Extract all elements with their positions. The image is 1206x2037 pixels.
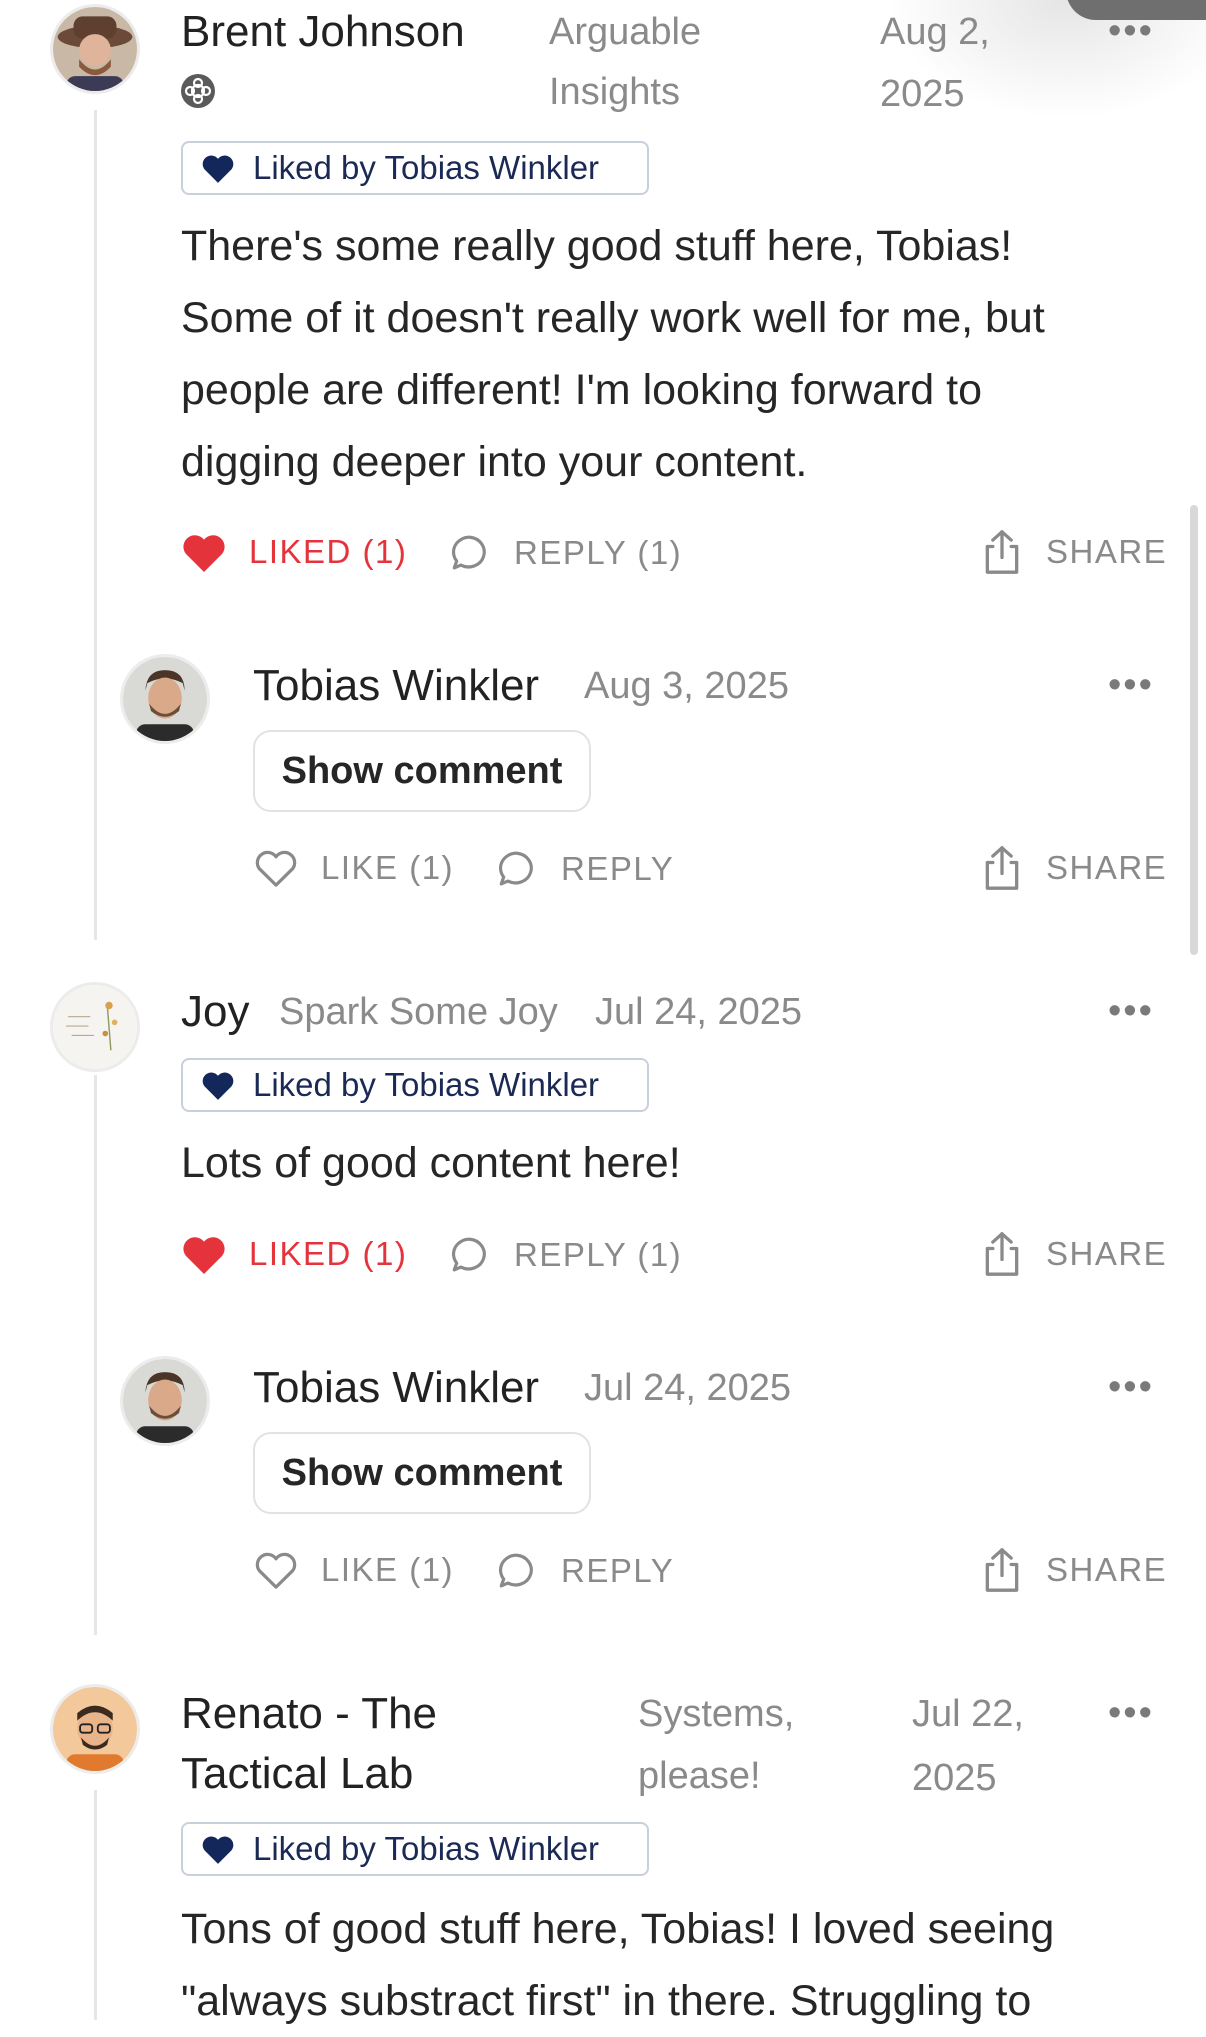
like-label: LIKE (1) bbox=[321, 1551, 455, 1588]
share-button[interactable]: SHARE bbox=[980, 528, 1167, 576]
publication-name-line2[interactable]: please! bbox=[638, 1746, 761, 1806]
share-label: SHARE bbox=[1046, 533, 1168, 570]
publication-name[interactable]: Systems, bbox=[638, 1684, 794, 1744]
more-dots-icon[interactable]: ••• bbox=[1108, 992, 1154, 1030]
reply-button[interactable]: REPLY (1) bbox=[448, 532, 682, 574]
share-button[interactable]: SHARE bbox=[980, 1546, 1167, 1594]
reply-label: REPLY bbox=[561, 1552, 675, 1589]
thread-line bbox=[94, 110, 97, 940]
show-comment-button[interactable]: Show comment bbox=[253, 730, 591, 812]
liked-badge-label: Liked by Tobias Winkler bbox=[253, 1830, 600, 1867]
comment-author[interactable]: Joy bbox=[181, 982, 249, 1042]
liked-by-author-badge: Liked by Tobias Winkler bbox=[181, 141, 649, 195]
avatar[interactable] bbox=[50, 4, 140, 94]
publication-name-line2[interactable]: Insights bbox=[549, 62, 680, 122]
comment-bubble-icon bbox=[451, 1237, 486, 1272]
more-dots-icon[interactable]: ••• bbox=[1108, 666, 1154, 704]
liked-by-author-badge: Liked by Tobias Winkler bbox=[181, 1822, 649, 1876]
share-upload-icon bbox=[985, 1232, 1019, 1276]
avatar[interactable] bbox=[50, 1684, 140, 1774]
comment-body-line: Tons of good stuff here, Tobias! I loved… bbox=[181, 1905, 1055, 1953]
comment-author[interactable]: Renato - The bbox=[181, 1684, 437, 1744]
comment-date-line2: 2025 bbox=[912, 1757, 997, 1799]
like-label: LIKED (1) bbox=[249, 533, 408, 570]
liked-badge-label: Liked by Tobias Winkler bbox=[253, 149, 600, 186]
comment-bubble-icon bbox=[451, 535, 486, 570]
share-upload-icon bbox=[985, 530, 1019, 574]
like-label: LIKED (1) bbox=[249, 1235, 408, 1272]
like-button[interactable]: LIKED (1) bbox=[181, 1234, 407, 1274]
like-button[interactable]: LIKE (1) bbox=[253, 1550, 454, 1590]
comment-body-line: There's some really good stuff here, Tob… bbox=[181, 222, 1013, 270]
more-dots-icon[interactable]: ••• bbox=[1108, 1368, 1154, 1406]
comment-body-line: people are different! I'm looking forwar… bbox=[181, 366, 982, 414]
comment-body-line: digging deeper into your content. bbox=[181, 438, 808, 486]
comment-body-line: Some of it doesn't really work well for … bbox=[181, 294, 1045, 342]
share-upload-icon bbox=[985, 846, 1019, 890]
reply-button[interactable]: REPLY bbox=[495, 848, 674, 890]
comment-date: Aug 2, bbox=[880, 11, 990, 53]
comment-body: There's some really good stuff here, Tob… bbox=[181, 210, 1045, 498]
avatar[interactable] bbox=[120, 1356, 210, 1446]
verified-badge-icon bbox=[181, 74, 215, 108]
heart-filled-icon bbox=[183, 535, 225, 572]
heart-filled-icon bbox=[183, 1237, 225, 1274]
share-label: SHARE bbox=[1046, 849, 1168, 886]
like-button[interactable]: LIKED (1) bbox=[181, 532, 407, 572]
reply-button[interactable]: REPLY (1) bbox=[448, 1234, 682, 1276]
thread-line bbox=[94, 1075, 97, 1635]
share-upload-icon bbox=[985, 1548, 1019, 1592]
reply-author[interactable]: Tobias Winkler bbox=[253, 656, 539, 716]
share-label: SHARE bbox=[1046, 1235, 1168, 1272]
comment-author-line2[interactable]: Tactical Lab bbox=[181, 1744, 413, 1804]
comment-body: Lots of good content here! bbox=[181, 1127, 681, 1199]
comment-bubble-icon bbox=[498, 1553, 533, 1588]
show-comment-button[interactable]: Show comment bbox=[253, 1432, 591, 1514]
reply-author[interactable]: Tobias Winkler bbox=[253, 1358, 539, 1418]
share-label: SHARE bbox=[1046, 1551, 1168, 1588]
liked-badge-label: Liked by Tobias Winkler bbox=[253, 1066, 600, 1103]
comment-body-line: Lots of good content here! bbox=[181, 1139, 681, 1187]
avatar[interactable] bbox=[120, 654, 210, 744]
heart-icon bbox=[202, 1072, 234, 1100]
publication-name[interactable]: Spark Some Joy bbox=[279, 982, 558, 1042]
heart-outline-icon bbox=[255, 1552, 297, 1589]
reply-label: REPLY (1) bbox=[514, 1236, 683, 1273]
scrollbar[interactable] bbox=[1190, 505, 1198, 955]
comment-date: Jul 22, bbox=[912, 1693, 1024, 1735]
share-button[interactable]: SHARE bbox=[980, 1230, 1167, 1278]
reply-button[interactable]: REPLY bbox=[495, 1550, 674, 1592]
comment-body: Tons of good stuff here, Tobias! I loved… bbox=[181, 1893, 1054, 2037]
comment-bubble-icon bbox=[498, 851, 533, 886]
comment-author[interactable]: Brent Johnson bbox=[181, 2, 465, 62]
comment-body-line: "always substract first" in there. Strug… bbox=[181, 1977, 1032, 2025]
heart-icon bbox=[202, 1836, 234, 1864]
avatar[interactable] bbox=[50, 982, 140, 1072]
more-dots-icon[interactable]: ••• bbox=[1108, 1694, 1154, 1732]
publication-name[interactable]: Arguable bbox=[549, 2, 701, 62]
heart-outline-icon bbox=[255, 850, 297, 887]
share-button[interactable]: SHARE bbox=[980, 844, 1167, 892]
like-label: LIKE (1) bbox=[321, 849, 455, 886]
more-dots-icon[interactable]: ••• bbox=[1108, 12, 1154, 50]
reply-date: Aug 3, 2025 bbox=[584, 665, 789, 707]
reply-label: REPLY (1) bbox=[514, 534, 683, 571]
heart-icon bbox=[202, 155, 234, 183]
thread-line bbox=[94, 1790, 97, 2020]
liked-by-author-badge: Liked by Tobias Winkler bbox=[181, 1058, 649, 1112]
like-button[interactable]: LIKE (1) bbox=[253, 848, 454, 888]
reply-label: REPLY bbox=[561, 850, 675, 887]
reply-date: Jul 24, 2025 bbox=[584, 1367, 792, 1409]
comment-date-line2: 2025 bbox=[880, 73, 965, 115]
comment-date: Jul 24, 2025 bbox=[595, 991, 803, 1033]
